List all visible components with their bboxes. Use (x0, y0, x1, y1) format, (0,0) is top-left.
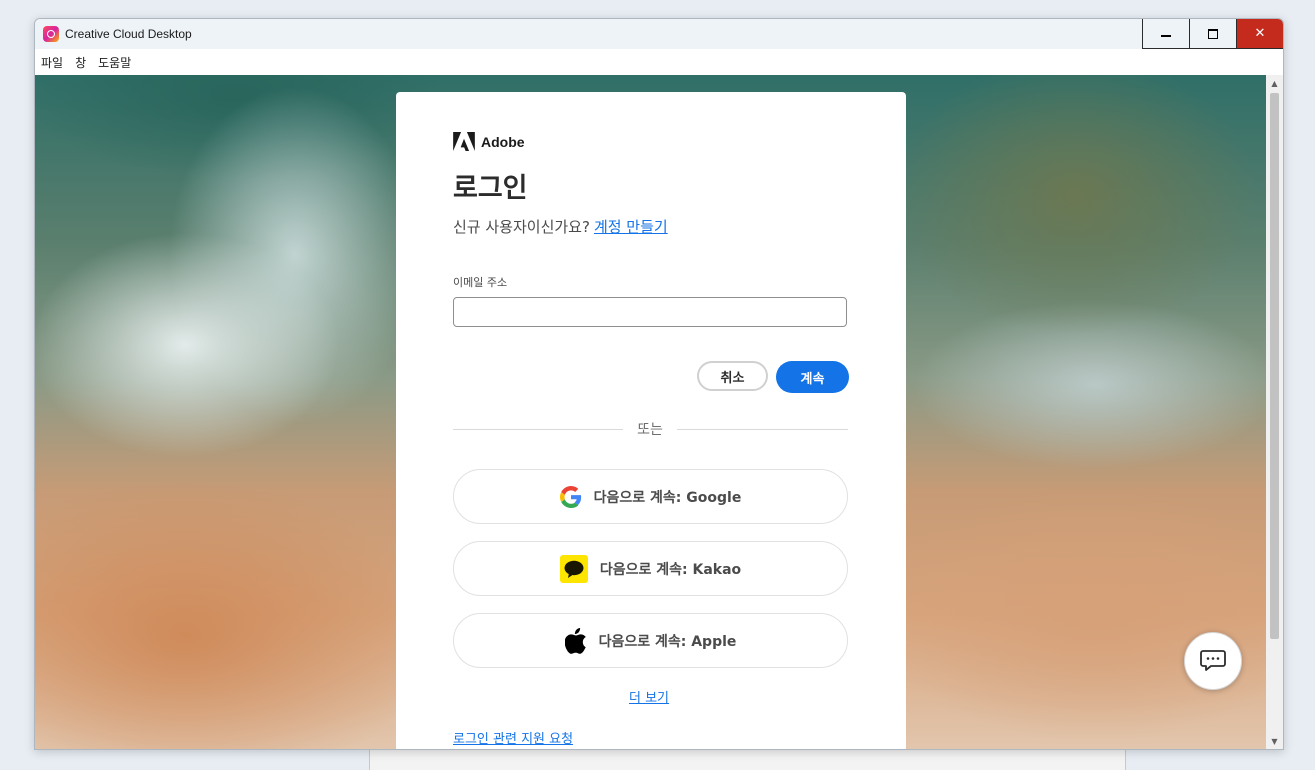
create-account-link[interactable]: 계정 만들기 (594, 218, 668, 236)
window-controls: ✕ (1142, 19, 1283, 49)
minimize-icon (1161, 34, 1171, 37)
google-signin-button[interactable]: 다음으로 계속: Google (453, 469, 848, 524)
sign-in-help-link[interactable]: 로그인 관련 지원 요청 (453, 728, 573, 747)
sign-in-card: Adobe 로그인 신규 사용자이신가요? 계정 만들기 이메일 주소 취소 계속… (396, 92, 906, 749)
window-title: Creative Cloud Desktop (65, 27, 192, 41)
google-signin-label: 다음으로 계속: Google (593, 489, 742, 506)
creative-cloud-app-icon (43, 26, 59, 42)
new-user-text: 신규 사용자이신가요? (453, 218, 590, 236)
kakao-signin-button[interactable]: 다음으로 계속: Kakao (453, 541, 848, 596)
chat-bubble-icon (1200, 650, 1226, 671)
adobe-logo-icon (453, 132, 475, 151)
title-bar[interactable]: Creative Cloud Desktop ✕ (35, 19, 1283, 49)
chat-button[interactable] (1184, 632, 1242, 690)
apple-icon (564, 627, 587, 654)
menu-bar: 파일 창 도움말 (35, 49, 1283, 75)
maximize-icon (1208, 28, 1218, 39)
divider-line-left (453, 429, 623, 430)
menu-file[interactable]: 파일 (41, 54, 63, 71)
kakao-icon (559, 554, 588, 583)
apple-signin-button[interactable]: 다음으로 계속: Apple (453, 613, 848, 668)
kakao-signin-label: 다음으로 계속: Kakao (599, 561, 742, 578)
scroll-up-arrow-icon[interactable]: ▲ (1266, 75, 1283, 91)
google-icon (559, 485, 582, 508)
divider-line-right (677, 429, 848, 430)
sign-in-background: Adobe 로그인 신규 사용자이신가요? 계정 만들기 이메일 주소 취소 계속… (35, 75, 1266, 749)
cancel-button[interactable]: 취소 (697, 361, 768, 391)
maximize-button[interactable] (1189, 19, 1236, 49)
apple-signin-label: 다음으로 계속: Apple (598, 633, 737, 650)
close-icon: ✕ (1254, 26, 1266, 41)
app-window: Creative Cloud Desktop ✕ 파일 창 도움말 Adobe … (34, 18, 1284, 750)
page-title: 로그인 (453, 173, 528, 204)
scroll-thumb[interactable] (1270, 93, 1279, 639)
menu-help[interactable]: 도움말 (98, 54, 131, 71)
menu-window[interactable]: 창 (75, 54, 86, 71)
background-window-edge (369, 748, 1126, 770)
adobe-brand: Adobe (453, 132, 525, 151)
brand-name: Adobe (481, 133, 525, 150)
more-options-link[interactable]: 더 보기 (629, 687, 669, 706)
vertical-scrollbar[interactable]: ▲ ▼ (1266, 75, 1283, 749)
new-user-prompt: 신규 사용자이신가요? 계정 만들기 (453, 216, 668, 237)
email-label: 이메일 주소 (453, 276, 508, 289)
continue-button[interactable]: 계속 (776, 361, 849, 393)
minimize-button[interactable] (1142, 19, 1189, 49)
divider-text: 또는 (637, 422, 663, 438)
close-button[interactable]: ✕ (1236, 19, 1283, 49)
scroll-down-arrow-icon[interactable]: ▼ (1266, 733, 1283, 749)
email-input[interactable] (453, 297, 847, 327)
